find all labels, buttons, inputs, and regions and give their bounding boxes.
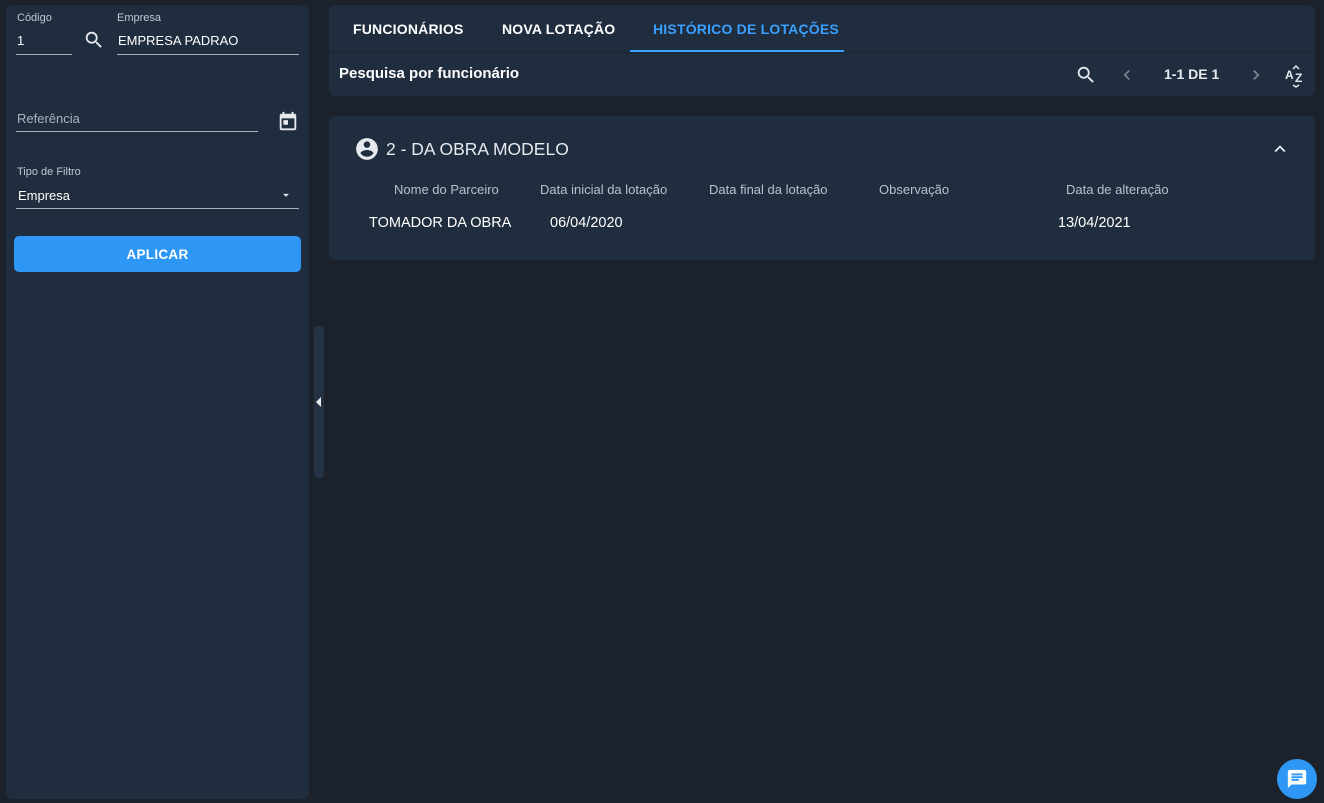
chevron-right-icon	[1253, 70, 1260, 80]
search-button[interactable]	[1074, 63, 1098, 87]
referencia-underline	[16, 131, 258, 132]
referencia-input[interactable]: Referência	[17, 111, 80, 126]
calendar-button[interactable]	[276, 110, 300, 134]
cell-data-inicial: 06/04/2020	[550, 215, 623, 231]
svg-text:A: A	[1285, 68, 1294, 82]
col-head-data-alteracao: Data de alteração	[1066, 182, 1169, 197]
chevron-up-icon	[1274, 145, 1286, 153]
search-icon	[85, 31, 102, 48]
chat-button[interactable]	[1277, 759, 1317, 799]
search-title: Pesquisa por funcionário	[339, 65, 520, 82]
apply-button[interactable]: APLICAR	[14, 236, 301, 272]
tab-bar: FUNCIONÁRIOS NOVA LOTAÇÃO HISTÓRICO DE L…	[329, 5, 1315, 53]
active-tab-indicator	[630, 50, 844, 52]
next-page-button[interactable]	[1244, 63, 1268, 87]
tipo-filtro-underline	[16, 208, 299, 209]
filter-sidebar: Código 1 Empresa EMPRESA PADRAO Referênc…	[6, 5, 309, 799]
cell-parceiro: TOMADOR DA OBRA	[369, 215, 512, 231]
empresa-label: Empresa	[117, 12, 162, 24]
lotacao-record-card: 2 - DA OBRA MODELO Nome do Parceiro Data…	[329, 116, 1315, 260]
caret-down-icon	[283, 193, 289, 197]
account-circle-icon	[354, 136, 380, 162]
collapse-card-button[interactable]	[1269, 138, 1291, 160]
person-avatar-icon	[356, 138, 378, 160]
pager-text: 1-1 DE 1	[1164, 66, 1220, 82]
chevron-left-icon	[1123, 70, 1130, 80]
collapse-left-icon	[316, 397, 321, 407]
tipo-filtro-label: Tipo de Filtro	[17, 166, 81, 178]
chat-icon	[1287, 769, 1307, 789]
codigo-label: Código	[17, 12, 52, 24]
tab-historico-lotacoes[interactable]: HISTÓRICO DE LOTAÇÕES	[653, 5, 839, 53]
col-head-data-inicial: Data inicial da lotação	[540, 182, 668, 197]
tipo-filtro-dropdown[interactable]	[276, 185, 296, 205]
tab-nova-lotacao[interactable]: NOVA LOTAÇÃO	[502, 5, 615, 53]
empresa-underline	[117, 54, 299, 55]
codigo-input[interactable]: 1	[17, 33, 24, 48]
search-icon	[1077, 66, 1094, 83]
empresa-input[interactable]: EMPRESA PADRAO	[118, 33, 238, 48]
sort-az-button[interactable]: A Z	[1283, 63, 1309, 89]
sort-alphabetical-icon: A Z	[1285, 64, 1302, 88]
tipo-filtro-select[interactable]: Empresa	[18, 188, 70, 203]
record-title: 2 - DA OBRA MODELO	[386, 139, 569, 159]
tab-funcionarios[interactable]: FUNCIONÁRIOS	[353, 5, 464, 53]
main-header: FUNCIONÁRIOS NOVA LOTAÇÃO HISTÓRICO DE L…	[329, 5, 1315, 96]
col-head-parceiro: Nome do Parceiro	[394, 182, 499, 197]
col-head-observacao: Observação	[879, 182, 950, 197]
cell-data-alteracao: 13/04/2021	[1058, 215, 1131, 231]
sidebar-collapse-handle[interactable]	[314, 326, 324, 478]
svg-text:Z: Z	[1295, 71, 1302, 85]
col-head-data-final: Data final da lotação	[709, 182, 828, 197]
calendar-icon	[279, 111, 297, 131]
codigo-underline	[16, 54, 72, 55]
prev-page-button[interactable]	[1115, 63, 1139, 87]
search-empresa-button[interactable]	[82, 28, 106, 52]
